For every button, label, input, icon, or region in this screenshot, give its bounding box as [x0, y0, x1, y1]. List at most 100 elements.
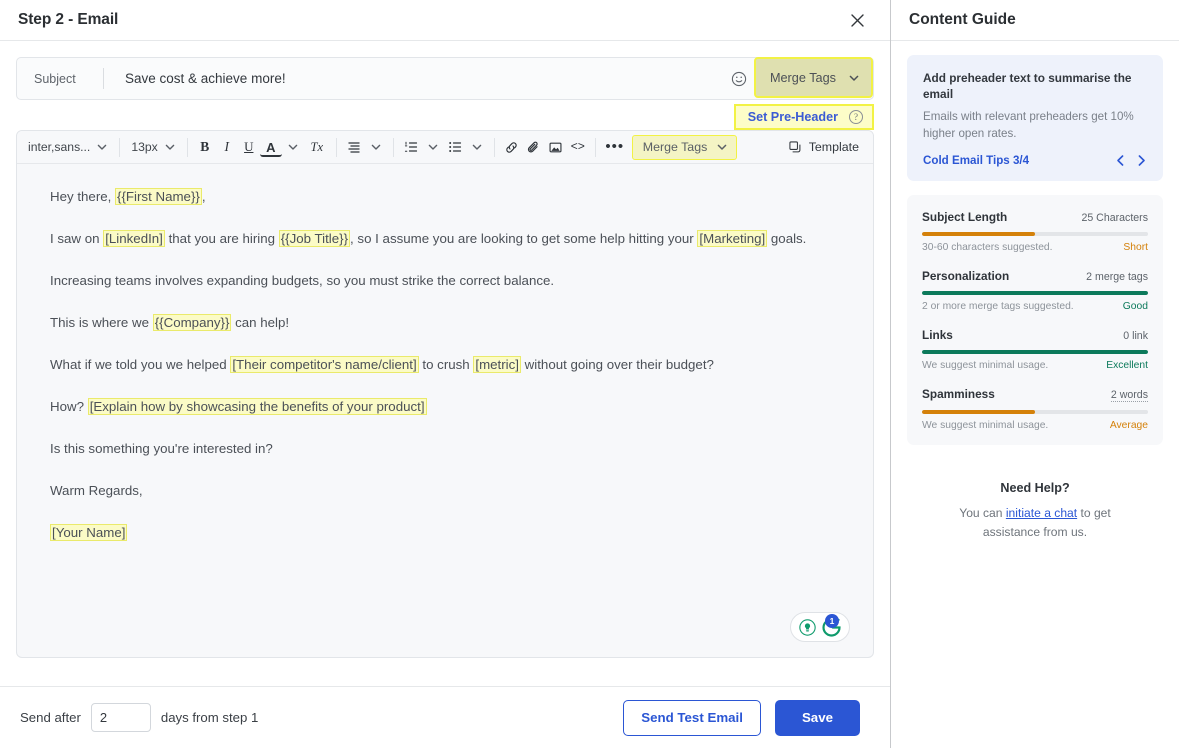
assistant-badge-count: 1 — [825, 614, 839, 628]
metric-name: Personalization — [922, 269, 1009, 283]
metric-status: Short — [1123, 242, 1148, 253]
metric-bar-fill — [922, 350, 1148, 354]
align-dropdown[interactable] — [365, 136, 387, 158]
metric-head: Spamminess2 words — [922, 387, 1148, 402]
italic-button[interactable]: I — [216, 136, 238, 158]
set-preheader-button[interactable]: Set Pre-Header ? — [734, 104, 874, 130]
question-mark-icon[interactable]: ? — [849, 110, 863, 124]
bullet-list-dropdown[interactable] — [466, 136, 488, 158]
smiley-icon[interactable] — [726, 66, 752, 92]
template-button[interactable]: Template — [788, 140, 867, 154]
need-help-block: Need Help? You can initiate a chat to ge… — [907, 481, 1163, 540]
toolbar-divider — [336, 138, 337, 157]
metric-foot: We suggest minimal usage.Average — [922, 420, 1148, 431]
metric-head: Subject Length25 Characters — [922, 210, 1148, 224]
font-size-select[interactable]: 13px — [126, 137, 180, 157]
metric-status: Excellent — [1106, 360, 1148, 371]
email-text: I saw on — [50, 231, 103, 246]
copy-icon — [788, 140, 802, 154]
paperclip-icon[interactable] — [523, 136, 545, 158]
toolbar-merge-tags-button[interactable]: Merge Tags — [632, 135, 738, 160]
bold-button[interactable]: B — [194, 136, 216, 158]
initiate-chat-link[interactable]: initiate a chat — [1006, 506, 1077, 520]
tip-description: Emails with relevant preheaders get 10% … — [923, 109, 1147, 143]
tip-card: Add preheader text to summarise the emai… — [907, 55, 1163, 181]
ordered-list-icon[interactable] — [400, 136, 422, 158]
metric-row: Personalization2 merge tags2 or more mer… — [922, 269, 1148, 312]
lightbulb-icon[interactable] — [799, 619, 816, 636]
code-icon[interactable]: <> — [567, 136, 589, 158]
chevron-down-icon — [848, 72, 860, 84]
merge-tag-highlight[interactable]: [metric] — [473, 356, 521, 373]
chevron-down-icon — [716, 141, 728, 153]
metric-foot: We suggest minimal usage.Excellent — [922, 360, 1148, 371]
toolbar-merge-tags-label: Merge Tags — [643, 140, 708, 154]
ellipsis-icon[interactable]: ••• — [602, 136, 628, 158]
ordered-list-dropdown[interactable] — [422, 136, 444, 158]
email-text: that you are hiring — [165, 231, 279, 246]
save-button[interactable]: Save — [775, 700, 860, 736]
subject-input[interactable] — [104, 70, 726, 87]
merge-tag-highlight[interactable]: {{Company}} — [153, 314, 232, 331]
email-text: goals. — [767, 231, 806, 246]
merge-tag-highlight[interactable]: [Your Name] — [50, 524, 127, 541]
chevron-down-icon — [96, 141, 108, 153]
send-after-days-input[interactable] — [91, 703, 151, 732]
send-test-email-button[interactable]: Send Test Email — [623, 700, 761, 736]
font-family-select[interactable]: inter,sans... — [23, 137, 113, 157]
email-paragraph: Hey there, {{First Name}}, — [50, 188, 843, 206]
metric-bar-fill — [922, 291, 1148, 295]
send-after-suffix: days from step 1 — [161, 710, 258, 725]
metric-head: Personalization 2 merge tags — [922, 269, 1148, 283]
metrics-card: Subject Length25 Characters 30-60 charact… — [907, 195, 1163, 445]
chevron-down-icon — [427, 141, 439, 153]
tip-link[interactable]: Cold Email Tips 3/4 — [923, 154, 1029, 167]
merge-tag-highlight[interactable]: {{First Name}} — [115, 188, 202, 205]
merge-tag-highlight[interactable]: [Marketing] — [697, 230, 767, 247]
subject-merge-tags-label: Merge Tags — [770, 71, 836, 85]
metric-bar-track — [922, 232, 1148, 236]
image-icon[interactable] — [545, 136, 567, 158]
metric-status: Average — [1110, 420, 1148, 431]
metric-bar-track — [922, 350, 1148, 354]
metric-value: 2 merge tags — [1086, 271, 1148, 283]
metric-row: Links0 linkWe suggest minimal usage.Exce… — [922, 328, 1148, 371]
text-color-dropdown[interactable] — [282, 136, 304, 158]
content-guide-title: Content Guide — [909, 11, 1016, 29]
grammarly-g-icon[interactable]: 1 — [822, 618, 841, 637]
text-color-button[interactable]: A — [260, 140, 282, 157]
content-guide-header: Content Guide — [891, 0, 1179, 41]
metric-value: 0 link — [1123, 330, 1148, 342]
email-text: This is where we — [50, 315, 153, 330]
tip-nav — [1115, 154, 1147, 167]
editor-toolbar: inter,sans... 13px B I U A — [17, 131, 873, 164]
subject-merge-tags-button[interactable]: Merge Tags — [754, 57, 873, 98]
merge-tag-highlight[interactable]: [LinkedIn] — [103, 230, 165, 247]
rich-text-editor: inter,sans... 13px B I U A — [16, 130, 874, 658]
metric-bar-track — [922, 410, 1148, 414]
merge-tag-highlight[interactable]: [Explain how by showcasing the benefits … — [88, 398, 427, 415]
link-icon[interactable] — [501, 136, 523, 158]
email-paragraph: This is where we {{Company}} can help! — [50, 314, 843, 332]
merge-tag-highlight[interactable]: [Their competitor's name/client] — [230, 356, 418, 373]
clear-formatting-button[interactable]: Tx — [304, 136, 330, 158]
metric-row: Spamminess2 words We suggest minimal usag… — [922, 387, 1148, 431]
email-paragraph: Increasing teams involves expanding budg… — [50, 272, 843, 290]
writing-assistant-pill[interactable]: 1 — [790, 612, 850, 642]
chevron-down-icon — [370, 141, 382, 153]
metric-row: Subject Length25 Characters 30-60 charact… — [922, 210, 1148, 253]
chevron-left-icon[interactable] — [1115, 154, 1126, 167]
subject-area: Subject Merge Tags — [16, 57, 874, 100]
need-help-pre: You can — [959, 506, 1006, 520]
send-after-label: Send after — [20, 710, 81, 725]
email-paragraph: I saw on [LinkedIn] that you are hiring … — [50, 230, 843, 248]
metric-hint: 30-60 characters suggested. — [922, 242, 1053, 253]
merge-tag-highlight[interactable]: {{Job Title}} — [279, 230, 350, 247]
align-icon[interactable] — [343, 136, 365, 158]
close-icon[interactable] — [846, 9, 868, 31]
bullet-list-icon[interactable] — [444, 136, 466, 158]
page-title: Step 2 - Email — [18, 11, 118, 29]
underline-button[interactable]: U — [238, 136, 260, 158]
chevron-right-icon[interactable] — [1136, 154, 1147, 167]
email-body-content[interactable]: Hey there, {{First Name}}, I saw on [Link… — [17, 164, 873, 657]
